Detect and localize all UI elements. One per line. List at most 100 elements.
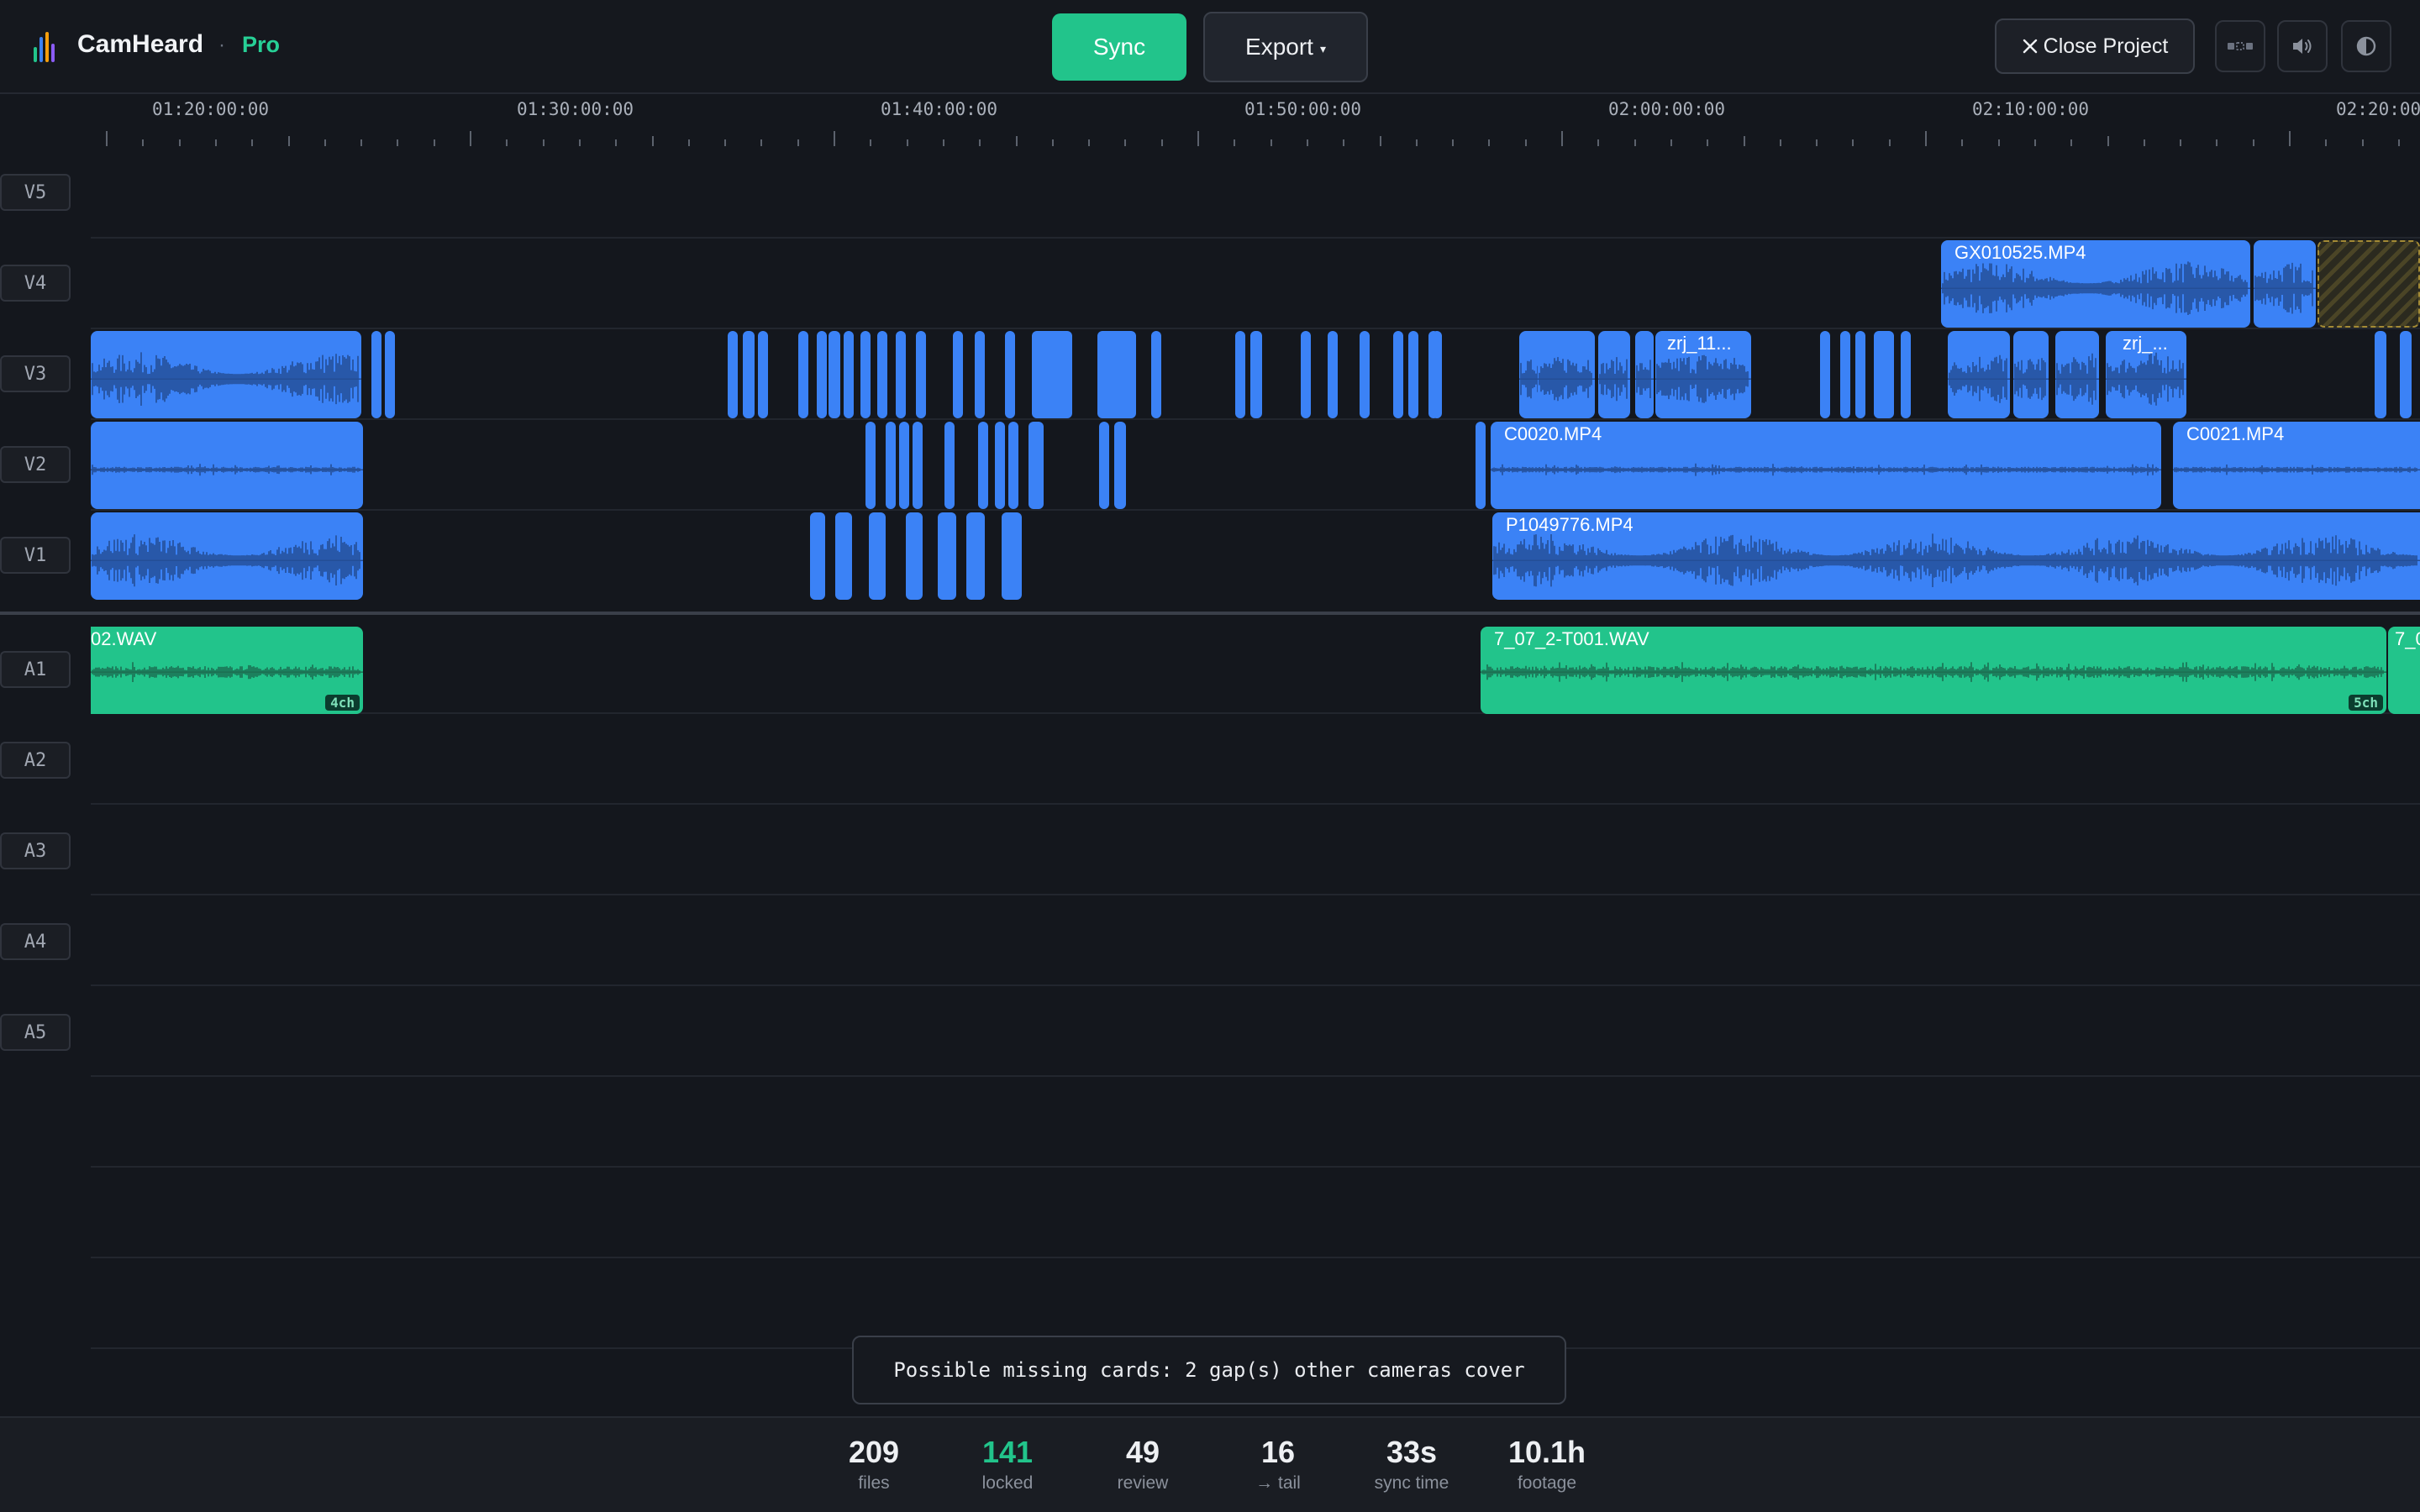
track-lane-a3[interactable] — [91, 805, 2420, 895]
video-clip[interactable] — [1948, 331, 2010, 418]
video-clip[interactable] — [1028, 422, 1044, 509]
video-clip[interactable] — [1008, 422, 1018, 509]
video-clip[interactable] — [798, 331, 808, 418]
video-clip[interactable] — [1598, 331, 1630, 418]
video-clip[interactable] — [869, 512, 886, 600]
video-clip[interactable] — [978, 422, 988, 509]
video-clip[interactable] — [1840, 331, 1850, 418]
video-clip[interactable]: P1049776.MP4 — [1492, 512, 2420, 600]
video-clip[interactable] — [1099, 422, 1109, 509]
track-label-v2[interactable]: V2 — [0, 446, 71, 483]
video-clip[interactable] — [91, 331, 361, 418]
video-clip[interactable]: zrj_11... — [1655, 331, 1751, 418]
track-label-a5[interactable]: A5 — [0, 1014, 71, 1051]
video-clip[interactable] — [1301, 331, 1311, 418]
video-clip[interactable] — [906, 512, 923, 600]
missing-cards-toast[interactable]: Possible missing cards: 2 gap(s) other c… — [852, 1336, 1566, 1404]
video-clip[interactable]: C0020.MP4 — [1491, 422, 2161, 509]
video-clip[interactable] — [938, 512, 956, 600]
video-clip[interactable] — [975, 331, 985, 418]
video-clip[interactable] — [1393, 331, 1403, 418]
video-clip[interactable] — [865, 422, 876, 509]
video-clip[interactable] — [371, 331, 381, 418]
video-clip[interactable] — [877, 331, 887, 418]
track-label-v4[interactable]: V4 — [0, 265, 71, 302]
video-clip[interactable] — [1635, 331, 1654, 418]
video-clip[interactable] — [1328, 331, 1338, 418]
video-clip[interactable] — [1538, 331, 1595, 418]
video-clip[interactable] — [1002, 512, 1022, 600]
video-clip[interactable] — [886, 422, 896, 509]
track-label-a2[interactable]: A2 — [0, 742, 71, 779]
video-clip[interactable] — [91, 512, 363, 600]
video-clip[interactable] — [829, 331, 840, 418]
volume-button[interactable] — [2277, 20, 2328, 72]
video-clip[interactable] — [810, 512, 825, 600]
theme-toggle-button[interactable] — [2341, 20, 2391, 72]
video-clip[interactable] — [944, 422, 955, 509]
stat-files: 209 files — [811, 1435, 937, 1494]
video-clip[interactable] — [2400, 331, 2412, 418]
export-button[interactable]: Export ▾ — [1203, 12, 1368, 82]
video-clip[interactable] — [2055, 331, 2099, 418]
video-clip[interactable] — [1408, 331, 1418, 418]
track-lane-a4[interactable] — [91, 895, 2420, 986]
video-clip[interactable] — [899, 422, 909, 509]
track-label-a3[interactable]: A3 — [0, 832, 71, 869]
layout-toggle-button[interactable] — [2215, 20, 2265, 72]
track-label-a1[interactable]: A1 — [0, 651, 71, 688]
video-clip[interactable] — [1114, 422, 1126, 509]
video-clip[interactable] — [91, 422, 363, 509]
stat-label: locked — [981, 1473, 1034, 1493]
track-label-v1[interactable]: V1 — [0, 537, 71, 574]
video-clip[interactable] — [916, 331, 926, 418]
video-clip[interactable] — [385, 331, 395, 418]
video-clip[interactable] — [953, 331, 963, 418]
audio-clip[interactable]: 7_07_2-T001.WAV 5ch — [1481, 627, 2386, 714]
video-clip[interactable] — [1360, 331, 1370, 418]
video-clip[interactable] — [913, 422, 923, 509]
track-label-v3[interactable]: V3 — [0, 355, 71, 392]
ruler-label: 01:30:00:00 — [517, 99, 634, 119]
track-lane-a5[interactable] — [91, 986, 2420, 1077]
video-clip[interactable]: C0021.MP4 — [2173, 422, 2420, 509]
video-clip[interactable] — [728, 331, 738, 418]
video-clip[interactable] — [2254, 240, 2316, 328]
video-clip[interactable] — [1874, 331, 1894, 418]
timeline-ruler[interactable]: 01:20:00:00 01:30:00:00 01:40:00:00 01:5… — [91, 94, 2420, 153]
video-clip[interactable] — [835, 512, 852, 600]
video-clip[interactable] — [1005, 331, 1015, 418]
video-clip[interactable]: zrj_... — [2106, 331, 2186, 418]
video-clip[interactable] — [1432, 331, 1442, 418]
video-clip[interactable] — [758, 331, 768, 418]
close-project-button[interactable]: Close Project — [1995, 18, 2195, 74]
video-clip[interactable] — [743, 331, 755, 418]
video-clip[interactable] — [1901, 331, 1911, 418]
video-clip[interactable] — [1032, 331, 1072, 418]
video-clip[interactable] — [1235, 331, 1245, 418]
video-clip[interactable] — [2375, 331, 2386, 418]
video-clip[interactable] — [995, 422, 1005, 509]
video-clip[interactable] — [966, 512, 985, 600]
video-clip[interactable] — [817, 331, 827, 418]
close-project-label: Close Project — [2043, 34, 2169, 58]
track-lane-v5[interactable] — [91, 153, 2420, 239]
video-clip[interactable] — [1476, 422, 1486, 509]
video-clip[interactable] — [1855, 331, 1865, 418]
track-label-a4[interactable]: A4 — [0, 923, 71, 960]
video-clip[interactable] — [2013, 331, 2049, 418]
video-clip[interactable] — [1820, 331, 1830, 418]
audio-clip[interactable]: 7_0 — [2388, 627, 2420, 714]
video-clip[interactable] — [1250, 331, 1262, 418]
video-clip[interactable] — [896, 331, 906, 418]
video-clip[interactable] — [860, 331, 871, 418]
audio-clip[interactable]: 02.WAV 4ch — [91, 627, 363, 714]
sync-button[interactable]: Sync — [1052, 13, 1186, 81]
missing-card-gap[interactable] — [2317, 240, 2420, 328]
video-clip[interactable] — [1151, 331, 1161, 418]
video-clip[interactable] — [844, 331, 854, 418]
track-label-v5[interactable]: V5 — [0, 174, 71, 211]
track-lane-a2[interactable] — [91, 714, 2420, 805]
video-clip[interactable] — [1097, 331, 1136, 418]
video-clip[interactable]: GX010525.MP4 — [1941, 240, 2250, 328]
